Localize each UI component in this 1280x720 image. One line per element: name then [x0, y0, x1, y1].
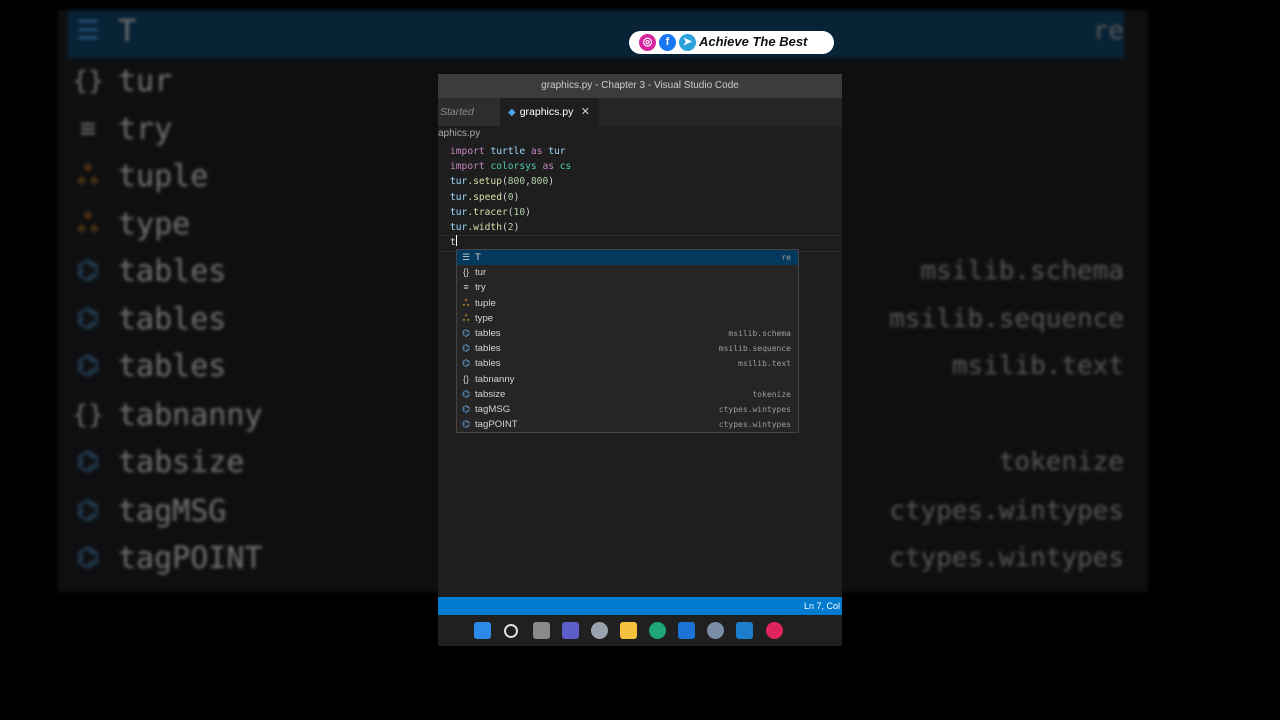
code-line: import turtle as tur — [450, 146, 566, 157]
variable-icon: ⌬ — [462, 419, 470, 430]
edge-icon[interactable] — [649, 622, 666, 639]
code-line: tur.setup(800,800) — [450, 176, 554, 188]
status-bar: Ln 7, Col — [438, 597, 842, 615]
close-icon[interactable]: ✕ — [581, 98, 590, 126]
variable-icon: ⌬ — [76, 496, 100, 526]
instagram-icon: ◎ — [639, 34, 656, 51]
app-icon[interactable] — [766, 622, 783, 639]
module-icon: {} — [72, 400, 104, 430]
module-icon: {} — [462, 267, 469, 278]
code-line: tur.width(2) — [450, 221, 520, 233]
suggestion-item[interactable]: {} tur — [457, 265, 798, 280]
suggestion-item[interactable]: ஃ tuple — [457, 296, 798, 311]
variable-icon: ⌬ — [462, 358, 470, 369]
variable-icon: ⌬ — [76, 543, 100, 573]
suggestion-item[interactable]: ⌬ tables msilib.text — [457, 356, 798, 371]
module-icon: {} — [462, 373, 469, 384]
suggestion-widget: ☰ Tre {} tur ≡ try ஃ tuple ஃ type ⌬ tables msil… — [456, 249, 799, 433]
channel-name: Achieve The Best — [699, 34, 808, 49]
code-line: import colorsys as cs — [450, 161, 572, 173]
suggestion-item[interactable]: ⌬ tabsize tokenize — [457, 387, 798, 402]
window-title: graphics.py - Chapter 3 - Visual Studio … — [438, 74, 842, 98]
variable-icon: ⌬ — [76, 447, 100, 477]
tab-graphics-py[interactable]: ◆ graphics.py ✕ — [500, 98, 598, 126]
snippet-icon: ≡ — [80, 114, 96, 144]
task-view-icon[interactable] — [533, 622, 550, 639]
class-icon: ஃ — [462, 312, 470, 323]
suggestion-item[interactable]: {} tabnanny — [457, 372, 798, 387]
meet-icon[interactable] — [562, 622, 579, 639]
windows-taskbar — [438, 615, 842, 646]
file-explorer-icon[interactable] — [620, 622, 637, 639]
text-icon: ☰ — [461, 252, 471, 262]
module-icon: {} — [72, 66, 104, 96]
code-editor[interactable]: import turtle as tur import colorsys as … — [450, 144, 571, 250]
class-icon: ஃ — [77, 209, 99, 239]
variable-icon: ⌬ — [462, 327, 470, 338]
facebook-icon: f — [659, 34, 676, 51]
variable-icon: ⌬ — [462, 403, 470, 414]
variable-icon: ⌬ — [462, 388, 470, 399]
variable-icon: ⌬ — [76, 256, 100, 286]
windows-start-icon[interactable] — [474, 622, 491, 639]
suggestion-item[interactable]: ☰ Tre — [457, 250, 798, 266]
search-icon[interactable] — [504, 624, 518, 638]
code-line: tur.speed(0) — [450, 191, 520, 203]
text-cursor — [455, 235, 457, 247]
settings-icon[interactable] — [591, 622, 608, 639]
variable-icon: ⌬ — [76, 304, 100, 334]
suggestion-item[interactable]: ஃ type — [457, 311, 798, 326]
python-file-icon: ◆ — [508, 107, 516, 118]
vscode-icon[interactable] — [736, 622, 753, 639]
telegram-icon: ➤ — [679, 34, 696, 51]
mail-icon[interactable] — [678, 622, 695, 639]
snippet-icon: ≡ — [463, 282, 469, 293]
tab-get-started[interactable]: Started — [438, 98, 502, 126]
variable-icon: ⌬ — [76, 351, 100, 381]
channel-badge: ◎ f ➤ Achieve The Best — [629, 31, 834, 54]
suggestion-item[interactable]: ⌬ tagPOINT ctypes.wintypes — [457, 417, 798, 432]
tab-bar: Started ◆ graphics.py ✕ — [438, 98, 842, 126]
cursor-position[interactable]: Ln 7, Col — [804, 597, 840, 615]
suggestion-item[interactable]: ⌬ tagMSG ctypes.wintypes — [457, 402, 798, 417]
class-icon: ஃ — [77, 161, 99, 191]
suggestion-item[interactable]: ≡ try — [457, 280, 798, 295]
text-icon: ☰ — [76, 16, 100, 46]
variable-icon: ⌬ — [462, 343, 470, 354]
breadcrumb[interactable]: aphics.py — [438, 128, 480, 139]
class-icon: ஃ — [462, 297, 470, 308]
r-icon[interactable] — [707, 622, 724, 639]
bg-row: ☰ Tre — [68, 10, 1124, 58]
code-line: tur.tracer(10) — [450, 206, 531, 218]
suggestion-item[interactable]: ⌬ tables msilib.sequence — [457, 341, 798, 356]
suggestion-item[interactable]: ⌬ tables msilib.schema — [457, 326, 798, 341]
